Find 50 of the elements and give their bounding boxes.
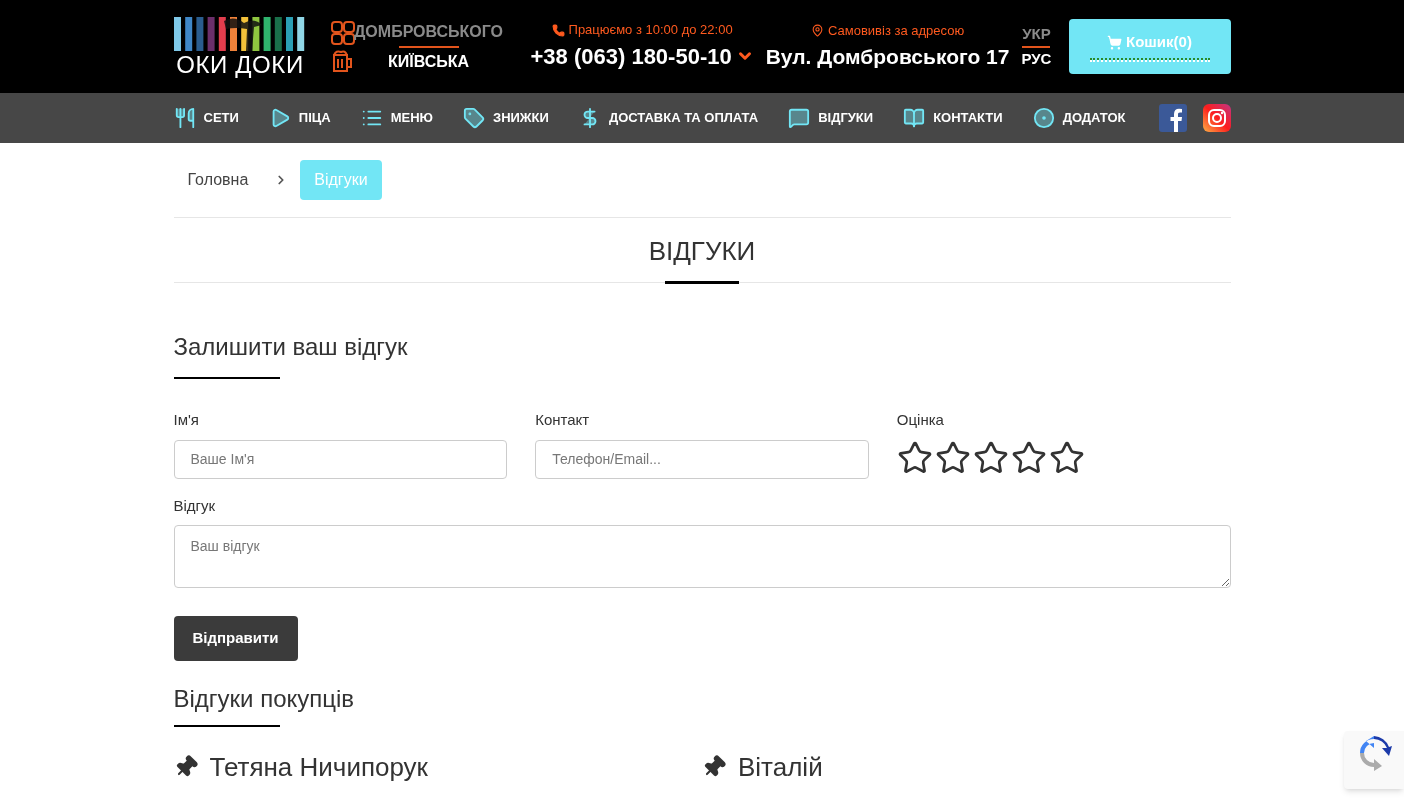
pickup-label: Самовивіз за адресою — [828, 22, 965, 40]
input-field[interactable]: Ваше Ім'я — [173, 439, 508, 479]
tag-icon — [463, 107, 485, 129]
phone-icon — [551, 23, 565, 37]
nav-link[interactable]: МЕНЮ — [360, 107, 433, 129]
nav-link[interactable]: ДОСТАВКА ТА ОПЛАТА — [578, 107, 759, 129]
instagram-icon[interactable] — [1202, 104, 1231, 132]
breadcrumb-link[interactable]: Головна — [173, 160, 263, 200]
facebook-icon[interactable] — [1158, 104, 1187, 132]
field-label: Відгук — [173, 495, 217, 516]
input-field[interactable]: Телефон/Email... — [535, 439, 869, 479]
location-link[interactable]: ДОМБРОВСЬКОГО — [353, 19, 504, 44]
star-icon[interactable] — [972, 439, 1009, 476]
book-icon — [903, 107, 926, 129]
sushi-icon — [330, 20, 355, 45]
submit-button[interactable]: Відправити — [173, 616, 298, 661]
star-icon[interactable] — [1048, 439, 1085, 476]
section-title: Залишити ваш відгук — [173, 332, 409, 362]
map-pin-icon — [811, 24, 824, 38]
language-link[interactable]: РУС — [1021, 47, 1052, 70]
target-icon — [1032, 107, 1055, 129]
beer-mug-icon — [330, 48, 355, 73]
field-label: Ім'я — [173, 410, 200, 430]
nav-link[interactable]: ПІЦА — [268, 107, 331, 129]
language-link[interactable]: УКР — [1022, 23, 1051, 46]
star-icon[interactable] — [1010, 439, 1047, 476]
logo-stripes-icon — [173, 16, 307, 51]
page-title: ВІДГУКИ — [648, 235, 756, 268]
address: Вул. Домбровського 17 — [765, 43, 1010, 70]
working-hours: Працюємо з 10:00 до 22:00 — [568, 21, 733, 40]
field-label: Контакт — [535, 410, 591, 430]
utensils-icon — [173, 107, 196, 129]
nav-link[interactable]: ЗНИЖКИ — [463, 107, 549, 129]
star-icon[interactable] — [896, 439, 933, 476]
phone-number[interactable]: +38 (063) 180-50-10 — [530, 39, 732, 73]
nav-link[interactable]: ДОДАТОК — [1032, 107, 1126, 129]
review-author: Тетяна Ничипорук — [209, 751, 428, 783]
cart-icon — [1107, 35, 1123, 50]
nav-link[interactable]: ВІДГУКИ — [788, 107, 874, 129]
logo-text: ОКИ ДОКИ — [176, 52, 304, 77]
review-author: Віталій — [738, 751, 823, 783]
nav-link[interactable]: СЕТИ — [173, 107, 239, 129]
nav-link[interactable]: КОНТАКТИ — [903, 107, 1003, 129]
location-link[interactable]: КИЇВСЬКА — [388, 49, 469, 74]
chat-bubble-icon — [788, 107, 811, 129]
star-icon[interactable] — [934, 439, 971, 476]
review-textarea[interactable]: Ваш відгук — [173, 525, 1231, 588]
field-label: Оцінка — [896, 410, 945, 430]
section-title: Відгуки покупців — [173, 684, 356, 714]
star-rating[interactable] — [896, 439, 1085, 476]
